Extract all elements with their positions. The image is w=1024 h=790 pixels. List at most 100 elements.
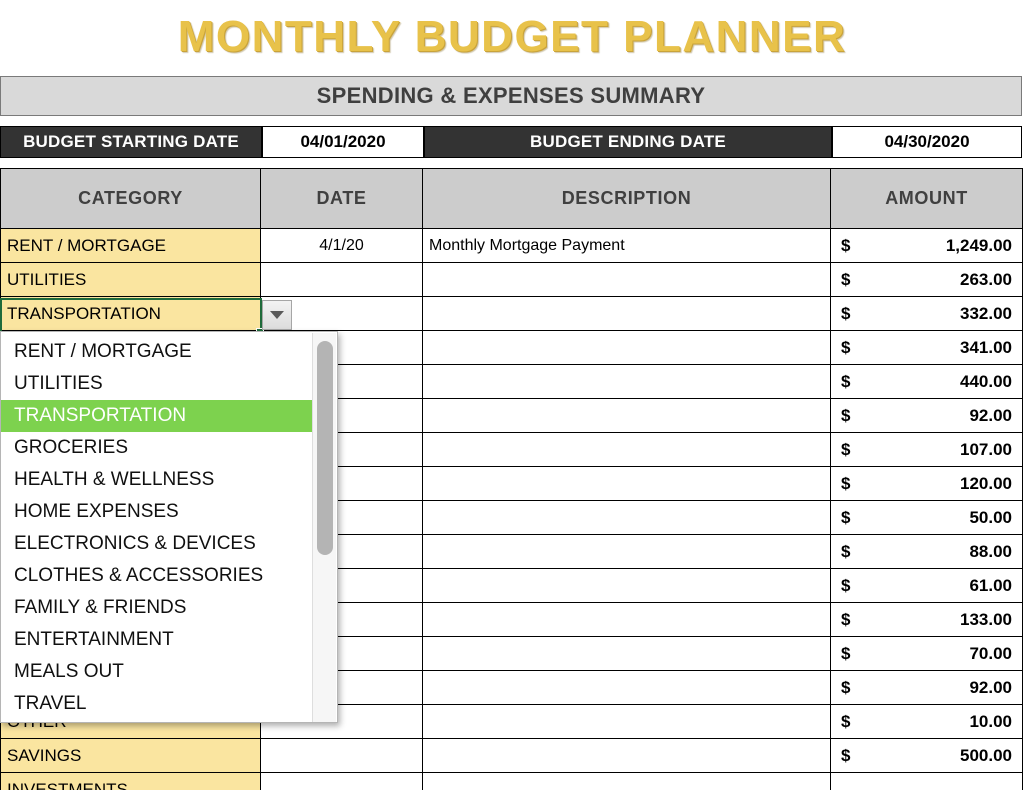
cell-category[interactable]: SAVINGS xyxy=(0,738,261,773)
cell-description[interactable] xyxy=(422,466,831,501)
currency-symbol: $ xyxy=(841,575,851,595)
column-header-date: DATE xyxy=(260,168,423,229)
table-row: UTILITIES $263.00 xyxy=(0,262,1023,297)
budget-planner-page: MONTHLY BUDGET PLANNER SPENDING & EXPENS… xyxy=(0,0,1024,790)
amount-value: 70.00 xyxy=(969,643,1012,663)
budget-end-date-value[interactable]: 04/30/2020 xyxy=(832,126,1022,158)
cell-amount[interactable]: $10.00 xyxy=(830,704,1023,739)
table-header-row: CATEGORY DATE DESCRIPTION AMOUNT xyxy=(0,168,1023,229)
cell-amount[interactable]: $341.00 xyxy=(830,330,1023,365)
amount-value: 133.00 xyxy=(960,609,1012,629)
dropdown-option[interactable]: MEALS OUT xyxy=(1,656,313,688)
cell-description[interactable] xyxy=(422,772,831,790)
cell-description[interactable] xyxy=(422,704,831,739)
amount-value: 92.00 xyxy=(969,677,1012,697)
cell-date[interactable] xyxy=(260,772,423,790)
cell-amount[interactable]: $88.00 xyxy=(830,534,1023,569)
amount-value: 341.00 xyxy=(960,337,1012,357)
cell-amount[interactable] xyxy=(830,772,1023,790)
page-title-band: MONTHLY BUDGET PLANNER xyxy=(0,0,1024,74)
cell-date[interactable] xyxy=(260,738,423,773)
section-banner: SPENDING & EXPENSES SUMMARY xyxy=(0,76,1022,116)
column-header-description: DESCRIPTION xyxy=(422,168,831,229)
dropdown-option[interactable]: CLOTHES & ACCESSORIES xyxy=(1,560,313,592)
category-dropdown-panel[interactable]: RENT / MORTGAGE UTILITIES TRANSPORTATION GR… xyxy=(0,331,338,723)
column-header-category: CATEGORY xyxy=(0,168,261,229)
amount-value: 1,249.00 xyxy=(945,235,1012,255)
dropdown-option[interactable]: HEALTH & WELLNESS xyxy=(1,464,313,496)
table-row: RENT / MORTGAGE 4/1/20 Monthly Mortgage Pa… xyxy=(0,228,1023,263)
amount-value: 61.00 xyxy=(969,575,1012,595)
category-dropdown-button[interactable] xyxy=(262,300,292,330)
table-row: SAVINGS $500.00 xyxy=(0,738,1023,773)
chevron-down-icon xyxy=(270,311,284,319)
cell-amount[interactable]: $263.00 xyxy=(830,262,1023,297)
cell-amount[interactable]: $92.00 xyxy=(830,670,1023,705)
currency-symbol: $ xyxy=(841,405,851,425)
cell-amount[interactable]: $70.00 xyxy=(830,636,1023,671)
currency-symbol: $ xyxy=(841,541,851,561)
currency-symbol: $ xyxy=(841,609,851,629)
cell-description[interactable] xyxy=(422,262,831,297)
cell-date[interactable] xyxy=(260,262,423,297)
cell-description[interactable] xyxy=(422,670,831,705)
cell-description[interactable] xyxy=(422,296,831,331)
cell-amount[interactable]: $440.00 xyxy=(830,364,1023,399)
cell-description[interactable] xyxy=(422,534,831,569)
dropdown-option[interactable]: TRAVEL xyxy=(1,688,313,720)
cell-amount[interactable]: $332.00 xyxy=(830,296,1023,331)
cell-amount[interactable]: $61.00 xyxy=(830,568,1023,603)
currency-symbol: $ xyxy=(841,439,851,459)
dropdown-option[interactable]: ENTERTAINMENT xyxy=(1,624,313,656)
cell-amount[interactable]: $92.00 xyxy=(830,398,1023,433)
cell-description[interactable] xyxy=(422,364,831,399)
cell-description[interactable] xyxy=(422,738,831,773)
dropdown-scrollbar-track[interactable] xyxy=(312,333,336,722)
table-row: TRANSPORTATION $332.00 xyxy=(0,296,1023,331)
dropdown-option[interactable]: FAMILY & FRIENDS xyxy=(1,592,313,624)
currency-symbol: $ xyxy=(841,711,851,731)
budget-date-strip: BUDGET STARTING DATE 04/01/2020 BUDGET E… xyxy=(0,126,1022,158)
dropdown-option[interactable]: UTILITIES xyxy=(1,368,313,400)
dropdown-option[interactable]: RENT / MORTGAGE xyxy=(1,336,313,368)
amount-value: 120.00 xyxy=(960,473,1012,493)
amount-value: 107.00 xyxy=(960,439,1012,459)
table-header: CATEGORY DATE DESCRIPTION AMOUNT xyxy=(0,168,1023,229)
amount-value: 10.00 xyxy=(969,711,1012,731)
amount-value: 332.00 xyxy=(960,303,1012,323)
cell-category[interactable]: INVESTMENTS xyxy=(0,772,261,790)
cell-category[interactable]: UTILITIES xyxy=(0,262,261,297)
cell-description[interactable] xyxy=(422,330,831,365)
cell-description[interactable] xyxy=(422,500,831,535)
cell-description[interactable] xyxy=(422,602,831,637)
dropdown-option[interactable]: HOME EXPENSES xyxy=(1,496,313,528)
cell-amount[interactable]: $120.00 xyxy=(830,466,1023,501)
cell-category[interactable]: RENT / MORTGAGE xyxy=(0,228,261,263)
section-title: SPENDING & EXPENSES SUMMARY xyxy=(316,83,706,108)
cell-description[interactable] xyxy=(422,432,831,467)
cell-amount[interactable]: $500.00 xyxy=(830,738,1023,773)
dropdown-option[interactable]: GROCERIES xyxy=(1,432,313,464)
cell-amount[interactable]: $1,249.00 xyxy=(830,228,1023,263)
dropdown-option[interactable]: ELECTRONICS & DEVICES xyxy=(1,528,313,560)
cell-amount[interactable]: $50.00 xyxy=(830,500,1023,535)
cell-category[interactable]: TRANSPORTATION xyxy=(0,296,261,331)
table-row: INVESTMENTS xyxy=(0,772,1023,790)
category-option-list: RENT / MORTGAGE UTILITIES TRANSPORTATION GR… xyxy=(1,336,313,720)
column-header-amount: AMOUNT xyxy=(830,168,1023,229)
amount-value: 500.00 xyxy=(960,745,1012,765)
cell-description[interactable] xyxy=(422,398,831,433)
currency-symbol: $ xyxy=(841,235,851,255)
currency-symbol: $ xyxy=(841,269,851,289)
budget-start-date-value[interactable]: 04/01/2020 xyxy=(262,126,424,158)
amount-value: 440.00 xyxy=(960,371,1012,391)
dropdown-scrollbar-thumb[interactable] xyxy=(317,341,333,555)
cell-amount[interactable]: $107.00 xyxy=(830,432,1023,467)
cell-date[interactable]: 4/1/20 xyxy=(260,228,423,263)
currency-symbol: $ xyxy=(841,745,851,765)
cell-description[interactable] xyxy=(422,568,831,603)
cell-description[interactable]: Monthly Mortgage Payment xyxy=(422,228,831,263)
cell-amount[interactable]: $133.00 xyxy=(830,602,1023,637)
dropdown-option[interactable]: TRANSPORTATION xyxy=(1,400,313,432)
cell-description[interactable] xyxy=(422,636,831,671)
